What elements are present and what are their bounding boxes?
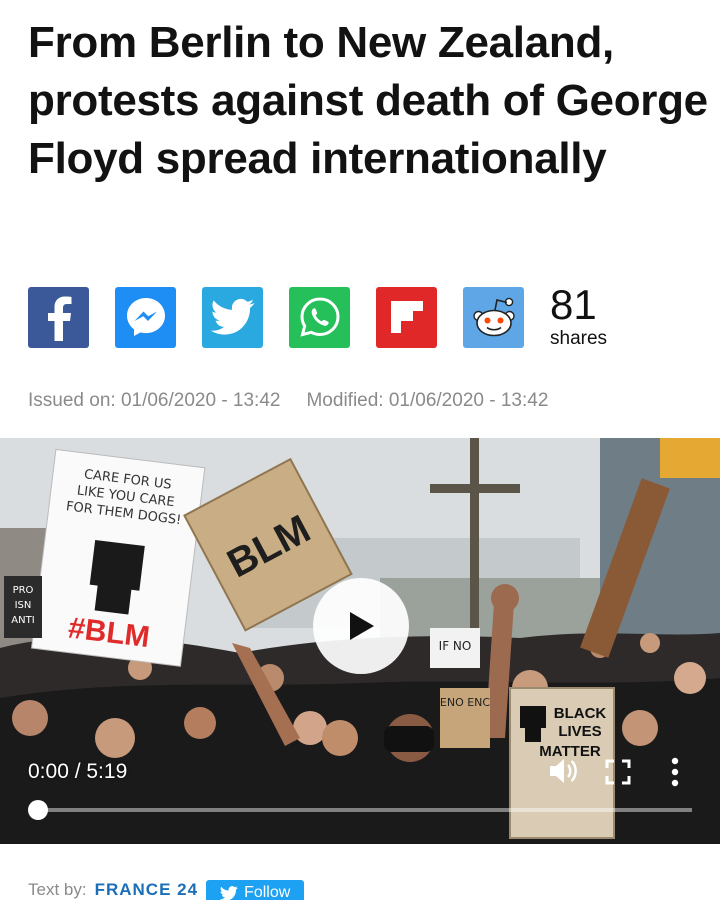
twitter-share-button[interactable]	[202, 286, 263, 348]
play-button[interactable]	[313, 578, 409, 674]
twitter-icon	[210, 298, 254, 335]
article-headline: From Berlin to New Zealand, protests aga…	[28, 18, 708, 183]
whatsapp-icon	[299, 297, 340, 337]
reddit-icon	[472, 297, 515, 337]
svg-text:LIVES: LIVES	[558, 723, 601, 740]
messenger-share-button[interactable]	[115, 286, 176, 348]
fullscreen-icon	[605, 759, 631, 785]
author-bar: Text by: FRANCE 24 Follow	[28, 880, 305, 900]
share-count: 81 shares	[550, 284, 607, 350]
play-icon	[350, 612, 374, 640]
sign-pro-text: PRO	[13, 585, 34, 596]
sign-eno-text: ENO ENC	[440, 696, 491, 709]
flipboard-icon	[390, 301, 423, 333]
sign-ifno-text: IF NO	[439, 639, 472, 653]
whatsapp-share-button[interactable]	[289, 286, 350, 348]
twitter-icon	[220, 885, 238, 900]
volume-button[interactable]	[546, 754, 580, 793]
more-vertical-icon	[671, 757, 679, 787]
video-progress-thumb[interactable]	[28, 800, 48, 820]
video-time: 0:00 / 5:19	[28, 760, 128, 783]
facebook-icon	[47, 296, 71, 341]
share-count-label: shares	[550, 328, 608, 349]
flipboard-share-button[interactable]	[376, 286, 437, 348]
fullscreen-button[interactable]	[604, 758, 632, 791]
article-dates: Issued on: 01/06/2020 - 13:42 Modified: …	[28, 390, 548, 412]
more-options-button[interactable]	[668, 756, 682, 793]
reddit-share-button[interactable]	[463, 286, 524, 348]
volume-icon	[550, 759, 577, 783]
svg-text:ISN: ISN	[15, 600, 32, 611]
messenger-icon	[126, 298, 165, 336]
author-name-link[interactable]: FRANCE 24	[95, 880, 198, 900]
issued-date: Issued on: 01/06/2020 - 13:42	[28, 390, 281, 411]
author-by-label: Text by:	[28, 880, 87, 899]
share-bar: 81 shares	[28, 284, 607, 350]
sign-blacklives-text: BLACK	[554, 705, 607, 722]
share-count-number: 81	[550, 281, 597, 328]
video-progress-track[interactable]	[38, 808, 692, 812]
follow-label: Follow	[244, 884, 291, 900]
facebook-share-button[interactable]	[28, 286, 89, 348]
modified-date: Modified: 01/06/2020 - 13:42	[306, 390, 549, 411]
twitter-follow-button[interactable]: Follow	[206, 880, 305, 900]
svg-text:ANTI: ANTI	[11, 615, 34, 626]
